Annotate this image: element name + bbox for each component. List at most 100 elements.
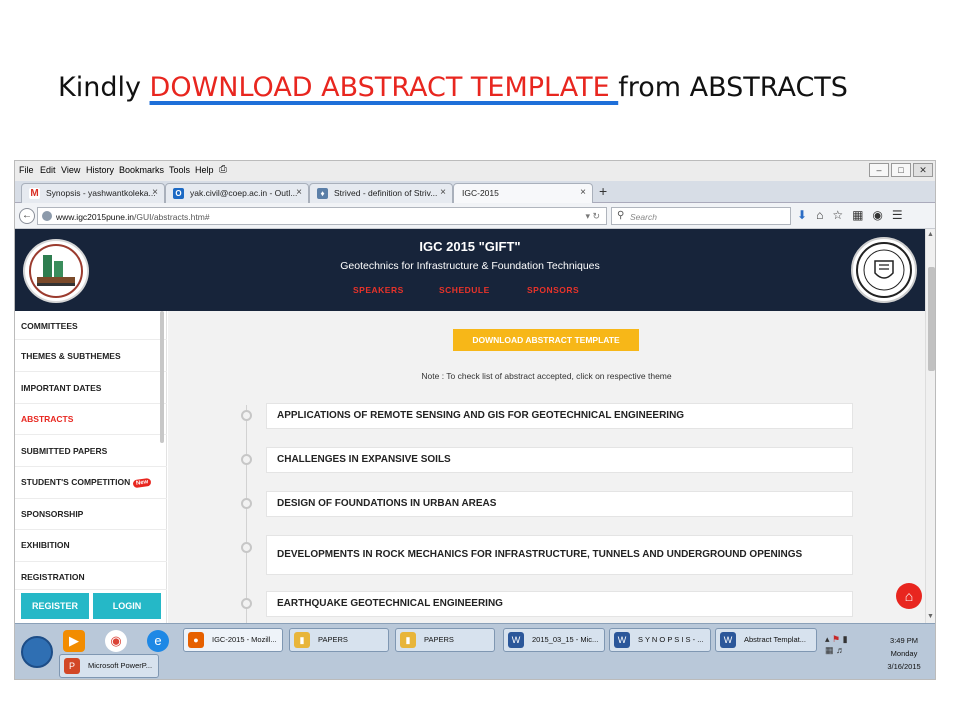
taskbar-item-firefox[interactable]: ● IGC-2015 - Mozill... [183, 628, 283, 652]
sidebar-item-submitted-papers[interactable]: SUBMITTED PAPERS [21, 446, 107, 456]
theme-item-remote-sensing[interactable]: APPLICATIONS OF REMOTE SENSING AND GIS F… [266, 403, 853, 429]
sidebar-item-important-dates[interactable]: IMPORTANT DATES [21, 383, 101, 393]
tab-label: yak.civil@coep.ac.in - Outl... [190, 188, 298, 198]
tab-outlook[interactable]: O yak.civil@coep.ac.in - Outl... × [165, 183, 309, 203]
taskbar-label: PAPERS [424, 635, 454, 644]
close-icon[interactable]: × [440, 187, 446, 198]
sidebar-item-registration[interactable]: REGISTRATION [21, 572, 85, 582]
download-icon[interactable]: ⬇ [797, 208, 807, 222]
divider [15, 403, 167, 404]
tray-arrow-icon[interactable]: ▴ [825, 634, 830, 644]
word-icon: W [614, 632, 630, 648]
sidebar-scrollbar[interactable] [160, 311, 164, 443]
home-icon[interactable]: ⌂ [896, 583, 922, 609]
clock[interactable]: 3:49 PM Monday 3/16/2015 [877, 634, 931, 673]
restore-icon[interactable]: □ [891, 163, 911, 177]
minimize-icon[interactable]: – [869, 163, 889, 177]
hamburger-menu-icon[interactable]: ☰ [892, 208, 903, 222]
scroll-down-icon[interactable]: ▼ [927, 613, 934, 620]
taskbar-item-papers-2[interactable]: ▮ PAPERS [395, 628, 495, 652]
close-icon[interactable]: × [580, 187, 586, 198]
menu-edit[interactable]: Edit [40, 165, 56, 175]
nav-speakers[interactable]: SPEAKERS [353, 285, 404, 295]
url-path: /GUI/abstracts.htm# [133, 212, 210, 222]
url-bar[interactable]: www.igc2015pune.in/GUI/abstracts.htm# ▾ … [37, 207, 607, 225]
internet-explorer-icon[interactable]: e [147, 630, 169, 652]
chrome-icon[interactable]: ◉ [105, 630, 127, 652]
toolbar-icons: ⬇ ⌂ ☆ ▦ ◉ ☰ [797, 208, 903, 222]
tab-label: Strived - definition of Striv... [334, 188, 438, 198]
close-icon[interactable]: × [296, 187, 302, 198]
media-player-icon[interactable]: ▶ [63, 630, 85, 652]
nav-sponsors[interactable]: SPONSORS [527, 285, 579, 295]
close-window-icon[interactable]: ✕ [913, 163, 933, 177]
sidebar-item-sponsorship[interactable]: SPONSORSHIP [21, 509, 83, 519]
clock-day: Monday [890, 649, 918, 658]
taskbar-item-word-1[interactable]: W 2015_03_15 - Mic... [503, 628, 605, 652]
outlook-icon: O [173, 188, 184, 199]
home-icon[interactable]: ⌂ [816, 208, 823, 222]
powerpoint-icon: P [64, 658, 80, 674]
theme-item-expansive-soils[interactable]: CHALLENGES IN EXPANSIVE SOILS [266, 447, 853, 473]
start-button-icon[interactable] [21, 636, 53, 668]
firefox-icon: ● [188, 632, 204, 648]
taskbar-label: Abstract Templat... [744, 635, 806, 644]
menu-view[interactable]: View [61, 165, 80, 175]
taskbar: ▶ ◉ e ● IGC-2015 - Mozill... ▮ PAPERS ▮ … [15, 623, 935, 679]
chat-icon[interactable]: ◉ [872, 208, 882, 222]
download-abstract-template-button[interactable]: DOWNLOAD ABSTRACT TEMPLATE [453, 329, 639, 351]
sidebar-item-students-competition[interactable]: STUDENT'S COMPETITION New [21, 477, 153, 488]
register-button[interactable]: REGISTER [21, 593, 89, 619]
clipboard-icon[interactable]: ▦ [852, 208, 863, 222]
network-icon[interactable]: ▦ [825, 645, 834, 655]
tab-igc2015[interactable]: IGC-2015 × [453, 183, 593, 203]
theme-item-earthquake[interactable]: EARTHQUAKE GEOTECHNICAL ENGINEERING [266, 591, 853, 617]
login-button[interactable]: LOGIN [93, 593, 161, 619]
divider [15, 498, 167, 499]
tab-synopsis[interactable]: M Synopsis - yashwantkoleka... × [21, 183, 165, 203]
site-title: IGC 2015 "GIFT" [419, 239, 521, 254]
sidebar: COMMITTEES THEMES & SUBTHEMES IMPORTANT … [15, 311, 167, 623]
new-tab-icon[interactable]: + [599, 183, 607, 199]
search-input[interactable]: ⚲ Search [611, 207, 791, 225]
theme-item-urban-foundations[interactable]: DESIGN OF FOUNDATIONS IN URBAN AREAS [266, 491, 853, 517]
reload-icon[interactable]: ▾ ↻ [585, 211, 600, 222]
menu-help[interactable]: Help [195, 165, 214, 175]
college-crest-logo [851, 237, 917, 303]
star-icon[interactable]: ☆ [832, 208, 843, 222]
menu-file[interactable]: File [19, 165, 34, 175]
battery-icon[interactable]: ▮ [843, 634, 848, 644]
back-icon[interactable]: ← [19, 208, 35, 224]
menu-bookmarks[interactable]: Bookmarks [119, 165, 164, 175]
site-header: IGC 2015 "GIFT" Geotechnics for Infrastr… [15, 229, 925, 311]
taskbar-item-word-3[interactable]: W Abstract Templat... [715, 628, 817, 652]
folder-icon: ▮ [294, 632, 310, 648]
taskbar-item-papers[interactable]: ▮ PAPERS [289, 628, 389, 652]
scrollbar-thumb[interactable] [928, 267, 935, 371]
flag-icon[interactable]: ⚑ [832, 634, 840, 644]
close-icon[interactable]: × [152, 187, 158, 198]
new-badge: New [132, 477, 153, 488]
menu-tools[interactable]: Tools [169, 165, 190, 175]
volume-icon[interactable]: ♬ [836, 645, 845, 655]
nav-schedule[interactable]: SCHEDULE [439, 285, 490, 295]
globe-icon [42, 211, 52, 221]
sidebar-item-themes[interactable]: THEMES & SUBTHEMES [21, 351, 121, 361]
word-icon: W [720, 632, 736, 648]
taskbar-item-powerpoint[interactable]: P Microsoft PowerP... [59, 654, 159, 678]
gmail-icon: M [29, 188, 40, 199]
printer-icon[interactable]: ⎙ [219, 164, 227, 175]
taskbar-item-word-2[interactable]: W S Y N O P S I S - ... [609, 628, 711, 652]
sidebar-item-committees[interactable]: COMMITTEES [21, 321, 78, 331]
menu-history[interactable]: History [86, 165, 114, 175]
sidebar-item-abstracts[interactable]: ABSTRACTS [21, 414, 73, 424]
sidebar-item-exhibition[interactable]: EXHIBITION [21, 540, 70, 550]
tab-strived[interactable]: ♦ Strived - definition of Striv... × [309, 183, 453, 203]
theme-item-rock-mechanics[interactable]: DEVELOPMENTS IN ROCK MECHANICS FOR INFRA… [266, 535, 853, 575]
taskbar-label: 2015_03_15 - Mic... [532, 635, 599, 644]
page-scrollbar[interactable]: ▲ ▼ [925, 229, 935, 623]
caption-highlight: DOWNLOAD ABSTRACT TEMPLATE [149, 72, 619, 103]
nav-bar: ← www.igc2015pune.in/GUI/abstracts.htm# … [15, 203, 935, 229]
scroll-up-icon[interactable]: ▲ [927, 231, 934, 238]
clock-date: 3/16/2015 [887, 662, 921, 671]
